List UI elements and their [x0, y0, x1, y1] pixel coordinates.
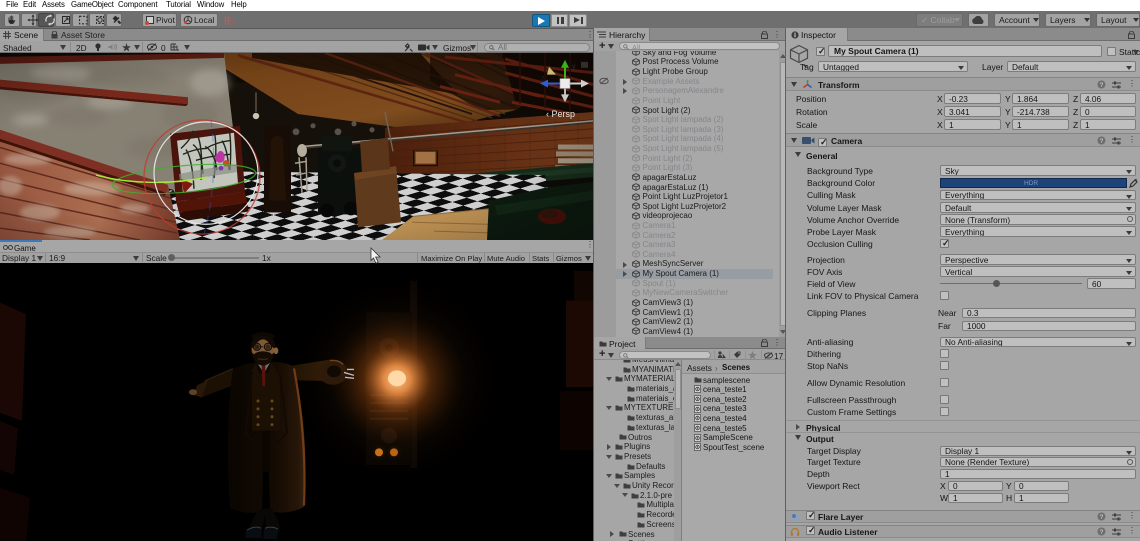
- svg-text:y: y: [572, 64, 576, 71]
- svg-text:?: ?: [1100, 82, 1104, 89]
- svg-text:z: z: [541, 76, 545, 83]
- svg-text:?: ?: [1100, 514, 1104, 521]
- svg-text:?: ?: [1100, 138, 1104, 145]
- svg-text:‹ Persp: ‹ Persp: [546, 109, 575, 119]
- svg-text:?: ?: [1100, 529, 1104, 536]
